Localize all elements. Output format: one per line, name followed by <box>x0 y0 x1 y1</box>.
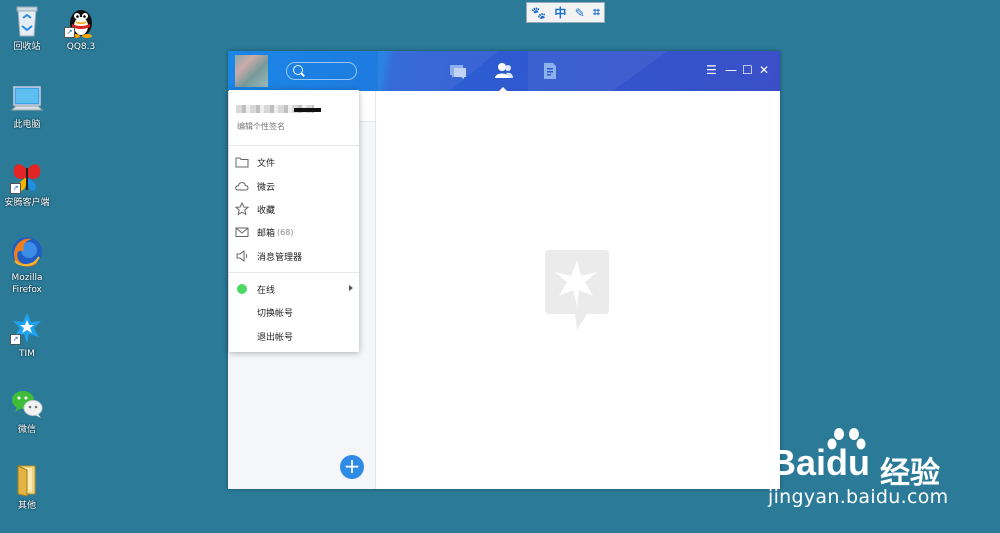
document-icon <box>544 63 556 79</box>
submenu-arrow-icon <box>349 285 353 291</box>
ime-pen-icon[interactable]: ✎ <box>575 6 585 20</box>
desktop-icon-tencent-client[interactable]: ↗ 安腾客户端 <box>0 160 57 209</box>
recycle-bin-icon <box>10 4 44 38</box>
desktop-icon-recycle-bin[interactable]: 回收站 <box>0 4 57 53</box>
ime-toolbar: 🐾 中 ✎ ⌗ <box>526 2 605 23</box>
desktop-icon-tim[interactable]: ↗ TIM <box>0 311 57 360</box>
desktop-icon-label: 微信 <box>17 425 36 435</box>
wechat-icon <box>10 387 44 421</box>
online-status-icon <box>235 282 249 296</box>
speaker-icon <box>235 249 249 263</box>
folder-icon <box>235 155 249 169</box>
menu-item-label: 微云 <box>257 182 276 193</box>
menu-item-status[interactable]: 在线 <box>229 279 359 299</box>
butterfly-icon: ↗ <box>10 160 44 194</box>
mail-count-badge: (68) <box>277 227 294 237</box>
desktop-icon-this-pc[interactable]: 此电脑 <box>0 82 57 131</box>
star-icon <box>234 201 250 216</box>
shortcut-arrow-icon: ↗ <box>64 27 75 38</box>
desktop-icon-label: 其他 <box>17 501 36 511</box>
tab-docs[interactable] <box>540 61 560 81</box>
menu-item-weiyun[interactable]: 微云 <box>229 176 359 196</box>
tab-contacts[interactable] <box>494 61 514 81</box>
menu-item-message-manager[interactable]: 消息管理器 <box>229 246 359 266</box>
computer-icon <box>10 82 44 116</box>
minimize-button[interactable]: — <box>725 63 737 77</box>
folder-icon <box>10 463 44 497</box>
tim-icon: ↗ <box>10 311 44 345</box>
watermark-url: jingyan.baidu.com <box>768 486 949 508</box>
maximize-button[interactable]: ☐ <box>742 63 753 77</box>
shortcut-arrow-icon: ↗ <box>10 334 21 345</box>
menu-item-label: 切换帐号 <box>257 308 294 319</box>
active-tab-indicator <box>498 87 508 91</box>
desktop-icon-firefox[interactable]: Mozilla Firefox <box>0 235 57 296</box>
menu-item-label: 在线 <box>257 285 276 296</box>
ime-crop-icon[interactable]: ⌗ <box>593 5 600 20</box>
search-input[interactable] <box>286 62 357 80</box>
avatar[interactable] <box>235 55 268 87</box>
watermark-brand: Baidu <box>770 442 871 483</box>
baidu-jingyan-watermark: Baidu 经验 jingyan.baidu.com <box>762 428 992 518</box>
desktop-icon-label: 此电脑 <box>13 120 41 130</box>
desktop-icon-label: 回收站 <box>13 42 41 52</box>
menu-item-logout[interactable]: 退出帐号 <box>229 326 359 346</box>
menu-item-label: 退出帐号 <box>257 332 294 343</box>
menu-item-mailbox[interactable]: 邮箱 (68) <box>229 222 359 242</box>
profile-menu: 编辑个性签名 文件 微云 收藏 邮箱 (68) 消息管理器 在线 切换帐号 退出… <box>229 90 359 352</box>
desktop-icon-label-line1: Mozilla <box>11 273 43 283</box>
add-button[interactable]: + <box>340 455 364 479</box>
mail-icon <box>235 225 249 239</box>
desktop-icon-other-folder[interactable]: 其他 <box>0 463 57 512</box>
desktop-icon-label: 安腾客户端 <box>4 198 50 208</box>
menu-divider <box>229 272 359 273</box>
ime-paw-icon[interactable]: 🐾 <box>531 6 546 20</box>
menu-item-switch-account[interactable]: 切换帐号 <box>229 302 359 322</box>
signature-edit[interactable]: 编辑个性签名 <box>237 121 285 132</box>
menu-item-label: 邮箱 <box>257 228 276 239</box>
menu-item-favorites[interactable]: 收藏 <box>229 199 359 219</box>
firefox-icon <box>10 235 44 269</box>
shortcut-arrow-icon: ↗ <box>10 183 21 194</box>
menu-item-label: 消息管理器 <box>257 252 303 263</box>
menu-item-label: 文件 <box>257 158 276 169</box>
desktop-icon-label: QQ8.3 <box>66 42 96 52</box>
desktop-icon-qq[interactable]: ↗ QQ8.3 <box>51 4 111 53</box>
menu-item-files[interactable]: 文件 <box>229 152 359 172</box>
tim-logo-placeholder-icon <box>545 250 609 330</box>
desktop-icon-wechat[interactable]: 微信 <box>0 387 57 436</box>
desktop-icon-label: TIM <box>19 349 35 359</box>
tim-title-bar[interactable]: ☰ — ☐ ✕ <box>228 51 780 91</box>
cloud-icon <box>235 179 249 193</box>
ime-mode-toggle[interactable]: 中 <box>554 4 566 21</box>
search-icon <box>293 65 303 75</box>
close-button[interactable]: ✕ <box>759 63 769 77</box>
contacts-icon <box>495 63 513 78</box>
tab-messages[interactable] <box>448 61 468 81</box>
qq-penguin-icon: ↗ <box>64 4 98 38</box>
menu-item-label: 收藏 <box>257 205 276 216</box>
nickname-blurred <box>236 105 321 113</box>
desktop-icon-label-line2: Firefox <box>12 285 42 295</box>
message-icon <box>450 65 466 79</box>
menu-divider <box>229 145 359 146</box>
main-menu-button[interactable]: ☰ <box>706 63 717 77</box>
